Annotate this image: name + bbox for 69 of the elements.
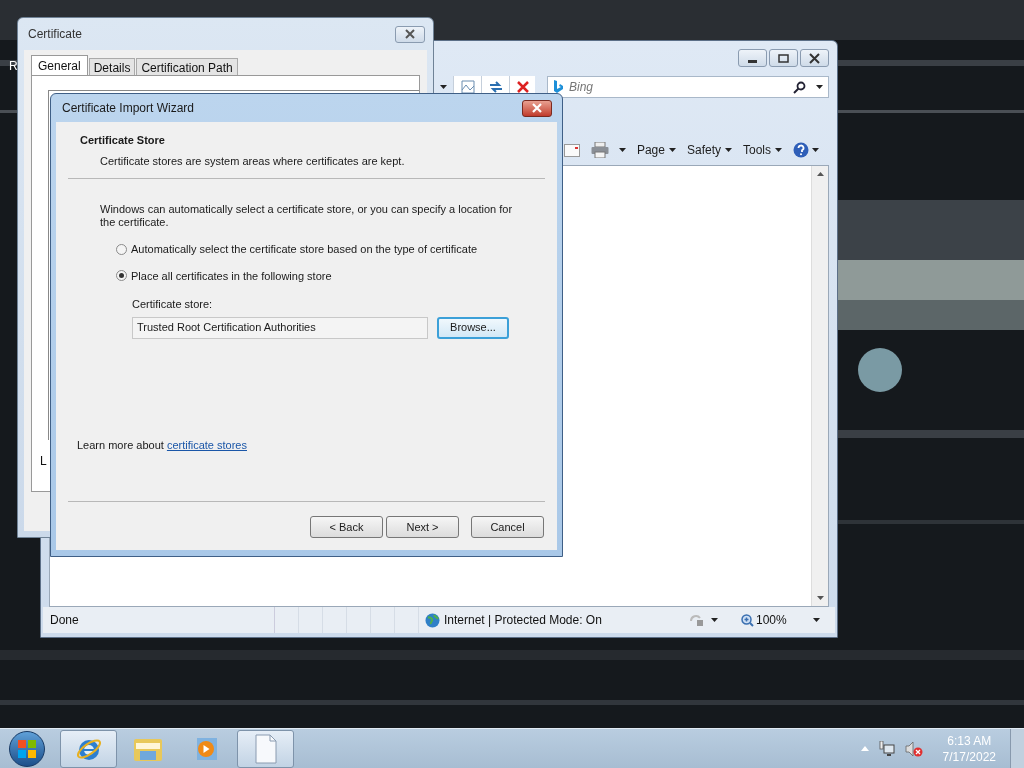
maximize-icon [778,53,789,63]
close-icon [531,103,543,113]
instructions: Windows can automatically select a certificate store, or you can specify a location for the certificate. [100,203,514,229]
status-text: Done [49,612,80,629]
search-field[interactable]: Bing [547,76,829,98]
stop-icon [516,81,529,93]
command-menu[interactable]: Safety [686,141,732,159]
radio-option[interactable]: Automatically select the certificate store based on the type of certificate [116,241,557,258]
close-button[interactable] [522,99,552,117]
browse-button[interactable]: Browse... [437,316,509,339]
document-icon [253,733,278,764]
muted-speaker-icon[interactable] [904,740,923,757]
address-dropdown-icon [439,85,447,89]
radio-button[interactable] [116,243,127,255]
start-button[interactable] [9,730,45,767]
refresh-icon [487,80,504,94]
printer-icon[interactable] [590,142,609,158]
zoom-dropdown-icon [812,618,820,622]
command-menu[interactable]: Page [636,141,676,159]
security-dropdown-icon [711,618,718,622]
wizard-button[interactable]: Next > [386,516,459,538]
maximize-button[interactable] [769,49,798,67]
caret-icon [725,148,732,152]
command-menu[interactable]: Tools [743,141,782,159]
scroll-down-icon[interactable] [816,596,824,600]
help-dropdown-icon [812,148,819,152]
search-dropdown-icon [816,85,823,89]
search-icon[interactable] [793,80,806,94]
close-icon [809,52,820,64]
taskbar-button[interactable] [237,729,294,768]
page-heading: Certificate Store [80,133,166,148]
radio-button[interactable] [116,270,127,282]
close-icon [404,29,416,39]
tab[interactable]: Details [88,58,136,75]
security-zone-text: Internet | Protected Mode: On [444,612,602,629]
window-title: Certificate Import Wizard [62,100,195,117]
wizard-button[interactable]: < Back [310,516,383,538]
close-button[interactable] [395,25,425,43]
search-provider-icon [553,80,563,94]
window-title: Certificate [28,26,83,43]
tab[interactable]: Certification Path [136,58,238,75]
network-icon[interactable] [878,740,895,757]
tab[interactable]: General [31,55,88,75]
globe-icon [425,612,440,628]
caret-icon [668,148,676,152]
zoom-icon [741,613,754,627]
page-description: Certificate stores are system areas where certificates are kept. [99,153,406,169]
wizard-button[interactable]: Cancel [471,516,544,538]
windows-logo-icon [18,739,36,758]
close-button[interactable] [800,49,829,67]
help-link[interactable]: certificate stores [166,438,247,451]
mail-icon[interactable] [563,143,580,157]
print-dropdown-icon [618,148,626,152]
search-placeholder: Bing [569,79,595,96]
scroll-up-icon[interactable] [816,172,824,176]
radio-option[interactable]: Place all certificates in the following store [116,267,557,284]
zoom-level[interactable]: 100% [756,611,787,629]
help-text: Learn more about certificate stores [77,438,247,451]
desktop-label: R [9,58,18,75]
taskbar-button[interactable] [60,729,117,768]
panel-text: L [40,453,47,470]
vertical-scrollbar[interactable] [811,166,828,606]
caret-icon [775,148,782,152]
broken-page-icon [460,80,475,94]
field-label: Certificate store: [132,297,214,312]
minimize-button[interactable] [738,49,767,67]
help-icon[interactable] [793,142,809,158]
certificate-store-field[interactable]: Trusted Root Certification Authorities [132,316,428,339]
minimize-icon [748,59,757,63]
